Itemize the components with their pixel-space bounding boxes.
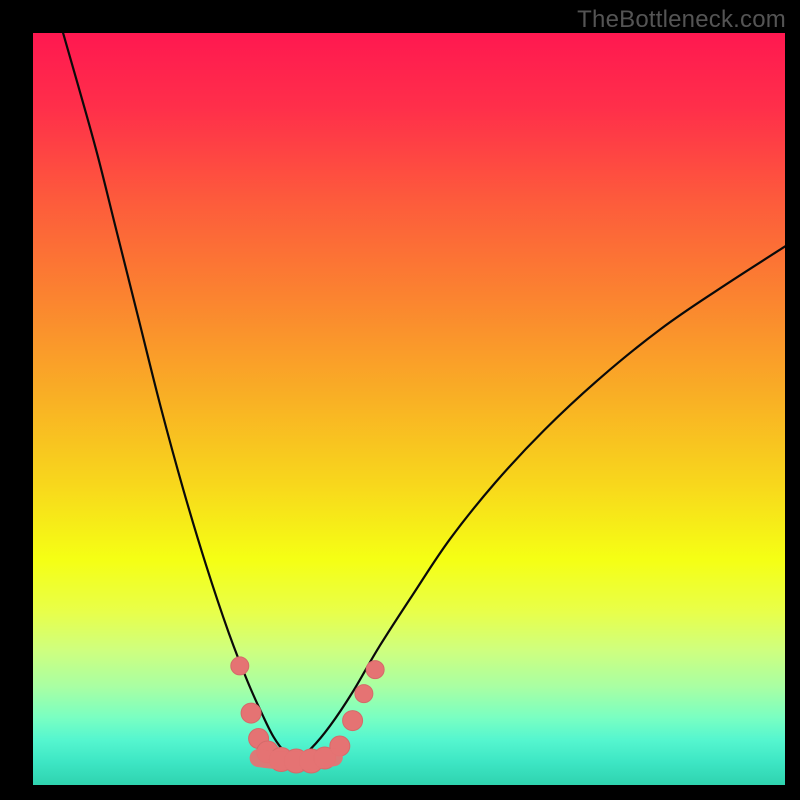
plot-area [33, 33, 785, 785]
plot-svg [33, 33, 785, 785]
watermark-label: TheBottleneck.com [577, 6, 786, 34]
chart-frame: TheBottleneck.com [0, 0, 800, 800]
